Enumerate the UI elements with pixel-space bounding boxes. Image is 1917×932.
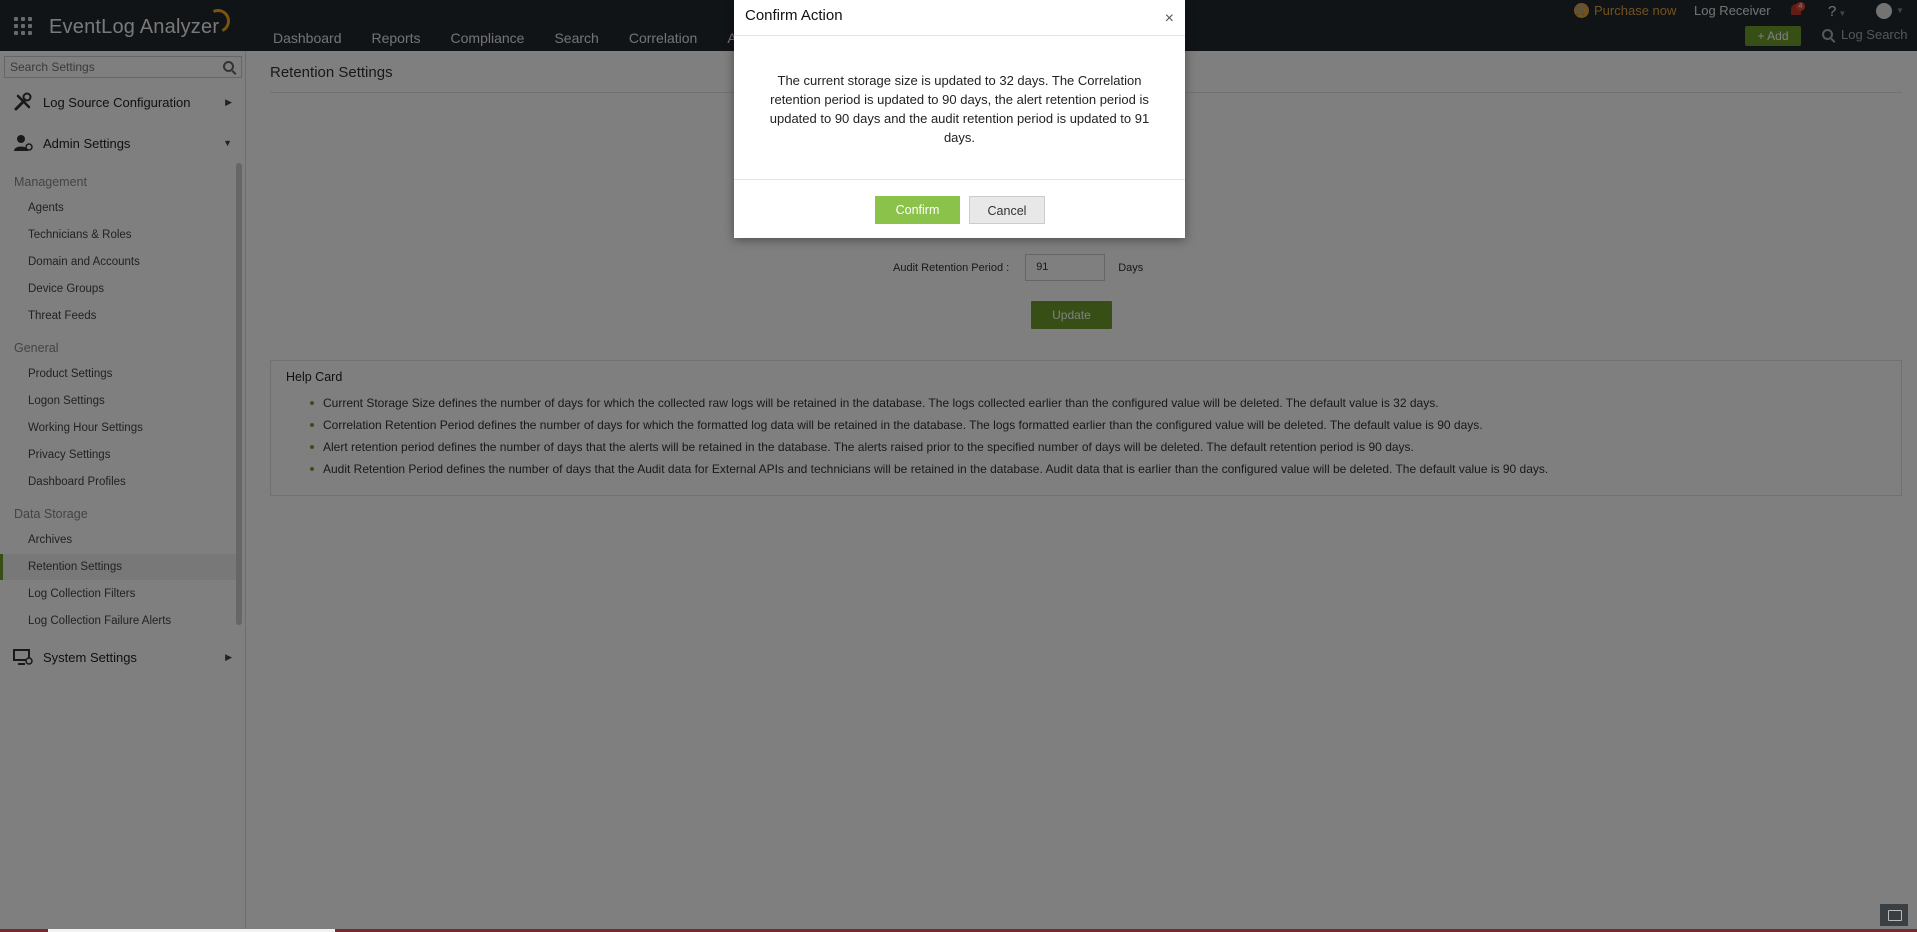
dialog-title: Confirm Action [745, 7, 843, 24]
dialog-header-divider [734, 35, 1185, 36]
close-icon[interactable]: × [1165, 10, 1174, 28]
cancel-button[interactable]: Cancel [969, 196, 1045, 224]
dialog-footer-divider [734, 179, 1185, 180]
chat-icon[interactable] [1880, 904, 1908, 926]
dialog-message: The current storage size is updated to 3… [769, 73, 1150, 145]
confirm-button[interactable]: Confirm [875, 196, 960, 224]
confirm-dialog: Confirm Action × The current storage siz… [734, 0, 1185, 238]
